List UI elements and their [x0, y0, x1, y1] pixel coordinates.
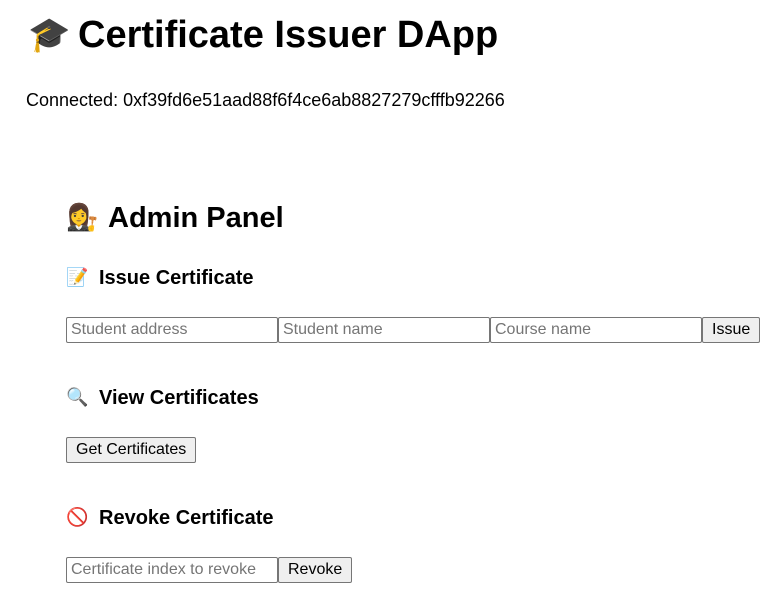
- issue-certificate-heading-text: Issue Certificate: [99, 267, 254, 289]
- certificate-index-input[interactable]: [66, 557, 278, 583]
- app-title: 🎓 Certificate Issuer DApp: [28, 12, 498, 58]
- revoke-certificate-form: Revoke: [66, 557, 353, 583]
- connected-account: Connected: 0xf39fd6e51aad88f6f4ce6ab8827…: [26, 90, 505, 110]
- issue-certificate-form: Issue: [66, 317, 761, 343]
- graduation-cap-icon: 🎓: [28, 15, 71, 55]
- course-name-input[interactable]: [490, 317, 702, 343]
- revoke-button[interactable]: Revoke: [278, 557, 353, 583]
- view-certificates-heading: 🔍 View Certificates: [66, 385, 259, 411]
- issue-button[interactable]: Issue: [702, 317, 761, 343]
- admin-panel-title: 👩‍⚖️ Admin Panel: [66, 199, 284, 237]
- revoke-certificate-heading: 🚫 Revoke Certificate: [66, 505, 274, 531]
- woman-judge-icon: 👩‍⚖️: [66, 203, 99, 233]
- memo-icon: 📝: [66, 267, 89, 288]
- view-certificates-heading-text: View Certificates: [99, 387, 259, 409]
- student-name-input[interactable]: [278, 317, 490, 343]
- view-certificates-form: Get Certificates: [66, 437, 197, 463]
- prohibited-icon: 🚫: [66, 507, 89, 528]
- get-certificates-button[interactable]: Get Certificates: [66, 437, 197, 463]
- revoke-certificate-heading-text: Revoke Certificate: [99, 507, 274, 529]
- issue-certificate-heading: 📝 Issue Certificate: [66, 265, 254, 291]
- app-title-text: Certificate Issuer DApp: [78, 14, 499, 56]
- magnifier-icon: 🔍: [66, 387, 89, 408]
- admin-panel-title-text: Admin Panel: [108, 202, 284, 234]
- student-address-input[interactable]: [66, 317, 278, 343]
